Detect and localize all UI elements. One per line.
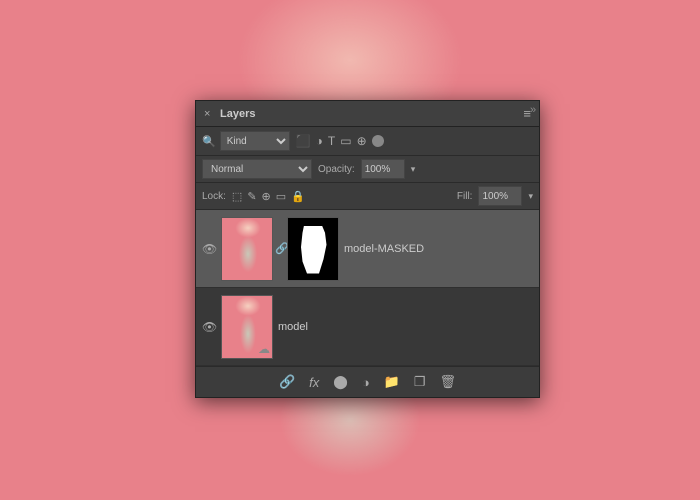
search-icon: 🔍: [202, 135, 216, 148]
toggle-filter-circle[interactable]: [372, 135, 384, 147]
layers-list: 👁 🔗 model-MASKED 👁 ☁ model: [196, 210, 539, 366]
layer-name: model-MASKED: [344, 243, 533, 255]
lock-icons: ⬚ ✎ ⊕ ▭ 🔒: [232, 190, 305, 203]
layer-thumbnails: 🔗: [221, 217, 339, 281]
shape-filter-icon[interactable]: ▭: [340, 134, 351, 148]
layer-row[interactable]: 👁 ☁ model: [196, 288, 539, 366]
chain-icon: 🔗: [275, 242, 285, 255]
smart-filter-icon[interactable]: ⊕: [357, 134, 367, 148]
layer-thumbnails: ☁: [221, 295, 273, 359]
visibility-icon[interactable]: 👁: [202, 320, 216, 334]
visibility-icon[interactable]: 👁: [202, 242, 216, 256]
lock-slice-icon[interactable]: ▭: [276, 190, 286, 203]
panel-header-left: × Layers: [204, 108, 255, 120]
type-filter-icon[interactable]: T: [328, 134, 335, 148]
opacity-label: Opacity:: [318, 164, 355, 175]
thumbnail-figure: [222, 218, 272, 280]
opacity-dropdown-arrow[interactable]: ▾: [411, 164, 416, 175]
lock-artboard-icon[interactable]: ⊕: [262, 190, 271, 203]
close-button[interactable]: ×: [204, 109, 214, 119]
duplicate-icon[interactable]: ❐: [414, 374, 426, 390]
blend-mode-dropdown[interactable]: Normal: [202, 159, 312, 179]
adjustment-layer-icon[interactable]: ⬤: [333, 374, 348, 390]
lock-label: Lock:: [202, 191, 226, 202]
lock-all-icon[interactable]: 🔒: [291, 190, 305, 203]
panel-header: × Layers ≡: [196, 101, 539, 127]
layer-thumbnail-mask: [287, 217, 339, 281]
panel-title: Layers: [220, 108, 255, 120]
layer-name: model: [278, 321, 533, 333]
fx-icon[interactable]: fx: [309, 375, 319, 390]
fill-label: Fill:: [457, 191, 473, 202]
kind-dropdown[interactable]: Kind: [220, 131, 290, 151]
pixel-filter-icon[interactable]: ⬛: [296, 134, 311, 148]
adjustment-filter-icon[interactable]: ◑: [316, 134, 323, 148]
mask-shape: [298, 226, 328, 274]
layer-thumbnail-color: [221, 217, 273, 281]
lock-position-icon[interactable]: ✎: [247, 190, 256, 203]
cloud-icon: ☁: [258, 342, 270, 356]
mask-icon[interactable]: ◑: [362, 375, 370, 390]
fill-dropdown-arrow[interactable]: ▾: [528, 191, 533, 202]
filter-icons: ⬛ ◑ T ▭ ⊕: [296, 134, 384, 148]
layer-thumbnail-color: ☁: [221, 295, 273, 359]
lock-pixels-icon[interactable]: ⬚: [232, 190, 242, 203]
blend-row: Normal Opacity: 100% ▾: [196, 156, 539, 183]
layer-row[interactable]: 👁 🔗 model-MASKED: [196, 210, 539, 288]
lock-row: Lock: ⬚ ✎ ⊕ ▭ 🔒 Fill: 100% ▾: [196, 183, 539, 210]
opacity-value[interactable]: 100%: [361, 159, 405, 179]
panel-footer: 🔗 fx ⬤ ◑ 📁 ❐ 🗑: [196, 366, 539, 397]
delete-icon[interactable]: 🗑: [440, 374, 457, 390]
fill-value[interactable]: 100%: [478, 186, 522, 206]
collapse-arrows[interactable]: »: [530, 104, 536, 116]
layers-panel: × Layers ≡ 🔍 Kind ⬛ ◑ T ▭ ⊕ Normal Opaci…: [195, 100, 540, 398]
filter-row: 🔍 Kind ⬛ ◑ T ▭ ⊕: [196, 127, 539, 156]
link-icon[interactable]: 🔗: [279, 374, 295, 390]
folder-icon[interactable]: 📁: [384, 374, 400, 390]
